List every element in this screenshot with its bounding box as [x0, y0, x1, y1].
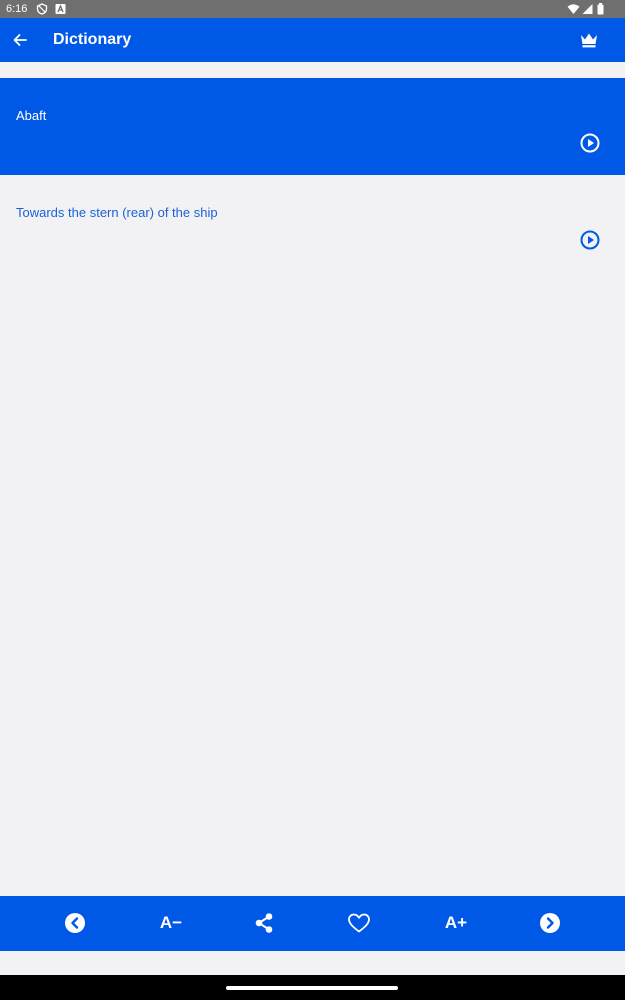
definition-row: Towards the stern (rear) of the ship — [0, 175, 625, 272]
arrow-left-icon[interactable] — [10, 30, 30, 50]
play-definition-audio-icon[interactable] — [579, 229, 601, 251]
status-time: 6:16 — [6, 3, 28, 15]
word-card: Abaft — [0, 78, 625, 175]
previous-button[interactable] — [62, 910, 88, 936]
increase-font-label: A+ — [444, 913, 468, 932]
page-title: Dictionary — [53, 31, 132, 48]
chevron-right-circle-icon — [540, 913, 560, 933]
battery-icon — [597, 3, 604, 15]
app-bar: Dictionary — [0, 18, 625, 62]
system-nav-bar — [0, 975, 625, 1000]
home-gesture-handle[interactable] — [226, 986, 398, 990]
a-badge-icon — [55, 4, 66, 14]
vpn-icon — [36, 3, 48, 15]
signal-icon — [582, 4, 593, 14]
share-button[interactable] — [251, 910, 277, 936]
increase-font-button[interactable]: A+ — [441, 910, 471, 936]
crown-icon[interactable] — [579, 30, 599, 50]
chevron-left-circle-icon — [65, 913, 85, 933]
next-button[interactable] — [537, 910, 563, 936]
heart-outline-icon — [348, 913, 370, 933]
status-bar: 6:16 — [0, 0, 625, 18]
word-text: Abaft — [16, 108, 47, 123]
bottom-toolbar: A− A+ — [0, 896, 625, 951]
decrease-font-button[interactable]: A− — [156, 910, 186, 936]
decrease-font-label: A− — [159, 913, 183, 932]
favorite-button[interactable] — [346, 910, 372, 936]
wifi-icon — [567, 4, 580, 14]
share-icon — [255, 913, 273, 933]
play-word-audio-icon[interactable] — [579, 132, 601, 154]
definition-text: Towards the stern (rear) of the ship — [16, 205, 218, 220]
